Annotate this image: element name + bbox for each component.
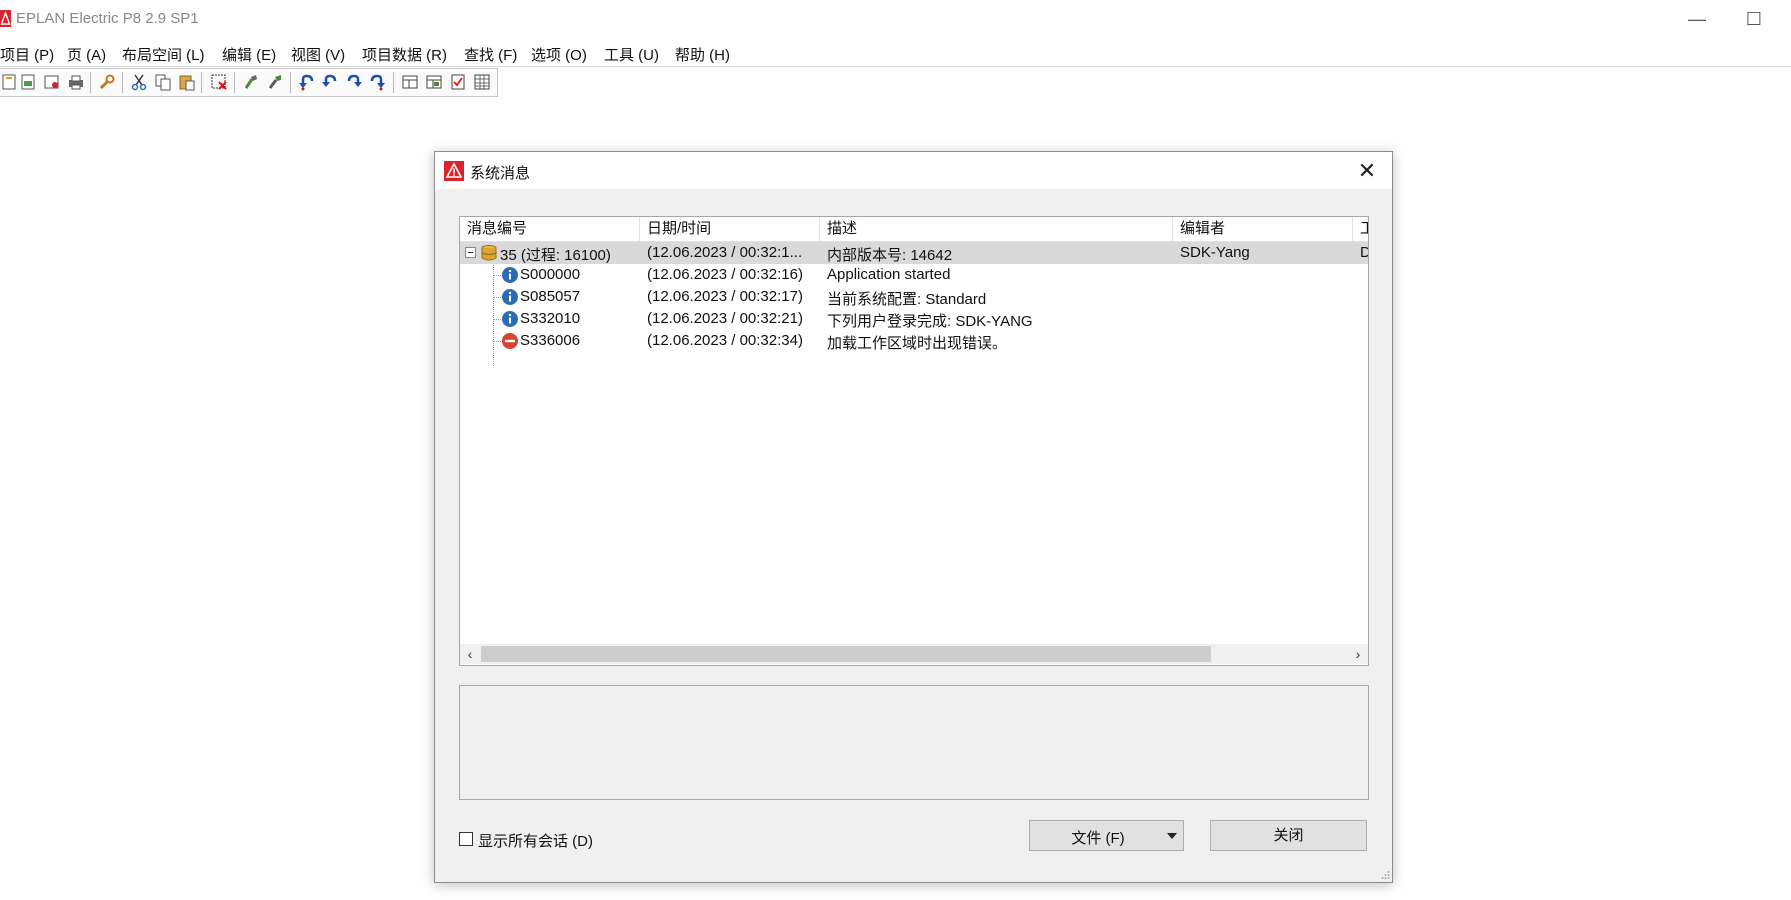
datetime-cell: (12.06.2023 / 00:32:1... bbox=[647, 244, 803, 261]
info-icon bbox=[502, 267, 518, 283]
description-cell: 下列用户登录完成: SDK-YANG bbox=[827, 313, 1033, 330]
toolbar-separator bbox=[393, 72, 394, 93]
resize-grip-icon[interactable] bbox=[1380, 870, 1390, 880]
datetime-cell: (12.06.2023 / 00:32:21) bbox=[647, 310, 803, 327]
description-cell: Application started bbox=[827, 266, 951, 283]
menu-edit[interactable]: 编辑 (E) bbox=[222, 44, 276, 65]
menu-options[interactable]: 选项 (O) bbox=[531, 44, 587, 65]
settings-wrench-icon[interactable] bbox=[98, 73, 116, 91]
dropdown-arrow-icon[interactable] bbox=[1167, 833, 1177, 839]
checklist-icon[interactable] bbox=[449, 73, 467, 91]
open-page-icon[interactable] bbox=[19, 73, 37, 91]
message-row[interactable]: S085057 (12.06.2023 / 00:32:17) 当前系统配置: … bbox=[460, 286, 1368, 308]
toolbar-separator bbox=[90, 72, 91, 93]
dialog-close-button[interactable]: ✕ bbox=[1350, 156, 1384, 186]
column-header-description[interactable]: 描述 bbox=[820, 217, 1173, 242]
message-row[interactable]: S332010 (12.06.2023 / 00:32:21) 下列用户登录完成… bbox=[460, 308, 1368, 330]
scrollbar-thumb[interactable] bbox=[481, 646, 1211, 662]
collapse-toggle-icon[interactable] bbox=[465, 247, 476, 258]
paste-icon[interactable] bbox=[178, 73, 196, 91]
file-menu-button[interactable]: 文件 (F) bbox=[1029, 820, 1184, 851]
undo-icon[interactable] bbox=[298, 73, 316, 91]
datetime-cell: (12.06.2023 / 00:32:16) bbox=[647, 266, 803, 283]
column-header-extra[interactable]: 工 bbox=[1353, 217, 1368, 242]
main-toolbar bbox=[0, 68, 498, 97]
system-messages-dialog: 系统消息 ✕ 消息编号 日期/时间 描述 编辑者 工 35 (过程: 16100… bbox=[434, 151, 1393, 883]
format-brush-icon[interactable] bbox=[266, 73, 284, 91]
description-cell: 内部版本号: 14642 bbox=[827, 247, 953, 264]
column-header-editor[interactable]: 编辑者 bbox=[1173, 217, 1353, 242]
message-row[interactable]: S000000 (12.06.2023 / 00:32:16) Applicat… bbox=[460, 264, 1368, 286]
copy-icon[interactable] bbox=[154, 73, 172, 91]
datetime-cell: (12.06.2023 / 00:32:34) bbox=[647, 332, 803, 349]
extra-cell: D bbox=[1360, 244, 1368, 261]
dialog-titlebar: 系统消息 ✕ bbox=[435, 152, 1392, 189]
database-icon bbox=[481, 245, 497, 261]
scroll-left-arrow-icon[interactable]: ‹ bbox=[460, 644, 480, 664]
app-title: EPLAN Electric P8 2.9 SP1 bbox=[16, 10, 199, 27]
scroll-right-arrow-icon[interactable]: › bbox=[1348, 644, 1368, 664]
toolbar-separator bbox=[122, 72, 123, 93]
new-page-icon[interactable] bbox=[0, 73, 18, 91]
delete-selection-icon[interactable] bbox=[210, 73, 228, 91]
info-icon bbox=[502, 311, 518, 327]
close-button[interactable]: 关闭 bbox=[1210, 820, 1367, 851]
column-header-datetime[interactable]: 日期/时间 bbox=[640, 217, 820, 242]
cut-icon[interactable] bbox=[130, 73, 148, 91]
redo-icon[interactable] bbox=[345, 73, 363, 91]
toolbar-separator bbox=[234, 72, 235, 93]
message-id-cell: S336006 bbox=[520, 332, 581, 349]
warning-triangle-icon bbox=[444, 161, 464, 181]
menu-project[interactable]: 项目 (P) bbox=[0, 44, 54, 65]
message-row[interactable]: S336006 (12.06.2023 / 00:32:34) 加载工作区域时出… bbox=[460, 330, 1368, 352]
info-icon bbox=[502, 289, 518, 305]
description-cell: 当前系统配置: Standard bbox=[827, 291, 987, 308]
maximize-button[interactable]: ☐ bbox=[1731, 6, 1777, 34]
error-icon bbox=[502, 333, 518, 349]
menu-project-data[interactable]: 项目数据 (R) bbox=[362, 44, 447, 65]
show-all-sessions-label[interactable]: 显示所有会话 (D) bbox=[478, 830, 593, 851]
print-icon[interactable] bbox=[67, 73, 85, 91]
brush-icon[interactable] bbox=[242, 73, 260, 91]
menu-help[interactable]: 帮助 (H) bbox=[675, 44, 730, 65]
description-cell: 加载工作区域时出现错误。 bbox=[827, 335, 1008, 352]
file-button-label: 文件 (F) bbox=[1071, 830, 1125, 847]
editor-cell: SDK-Yang bbox=[1180, 244, 1250, 261]
message-id-cell: S332010 bbox=[520, 310, 581, 327]
menu-tools[interactable]: 工具 (U) bbox=[604, 44, 659, 65]
minimize-button[interactable]: — bbox=[1674, 6, 1720, 34]
message-detail-box[interactable] bbox=[459, 685, 1369, 800]
menu-view[interactable]: 视图 (V) bbox=[291, 44, 345, 65]
show-all-sessions-checkbox[interactable] bbox=[459, 832, 473, 846]
message-id-cell: S000000 bbox=[520, 266, 581, 283]
page-properties-icon[interactable] bbox=[43, 73, 61, 91]
undo-list-icon[interactable] bbox=[321, 73, 339, 91]
menu-layout-space[interactable]: 布局空间 (L) bbox=[122, 44, 205, 65]
layout-icon[interactable] bbox=[401, 73, 419, 91]
message-id-cell: 35 (过程: 16100) bbox=[500, 247, 611, 264]
toolbar-separator bbox=[290, 72, 291, 93]
message-list[interactable]: 消息编号 日期/时间 描述 编辑者 工 35 (过程: 16100) (12.0… bbox=[459, 216, 1369, 666]
menu-bar: 项目 (P) 页 (A) 布局空间 (L) 编辑 (E) 视图 (V) 项目数据… bbox=[0, 38, 1791, 67]
layout-edit-icon[interactable] bbox=[425, 73, 443, 91]
table-icon[interactable] bbox=[473, 73, 491, 91]
toolbar-separator bbox=[201, 72, 202, 93]
dialog-title: 系统消息 bbox=[470, 165, 531, 182]
menu-page[interactable]: 页 (A) bbox=[67, 44, 106, 65]
app-titlebar: EPLAN Electric P8 2.9 SP1 — ☐ bbox=[0, 0, 1791, 38]
message-id-cell: S085057 bbox=[520, 288, 581, 305]
column-header-message-id[interactable]: 消息编号 bbox=[460, 217, 640, 242]
redo-list-icon[interactable] bbox=[368, 73, 386, 91]
menu-find[interactable]: 查找 (F) bbox=[464, 44, 517, 65]
horizontal-scrollbar[interactable]: ‹ › bbox=[460, 644, 1368, 664]
datetime-cell: (12.06.2023 / 00:32:17) bbox=[647, 288, 803, 305]
message-group-row[interactable]: 35 (过程: 16100) (12.06.2023 / 00:32:1... … bbox=[460, 242, 1368, 264]
eplan-logo-icon bbox=[0, 10, 11, 27]
